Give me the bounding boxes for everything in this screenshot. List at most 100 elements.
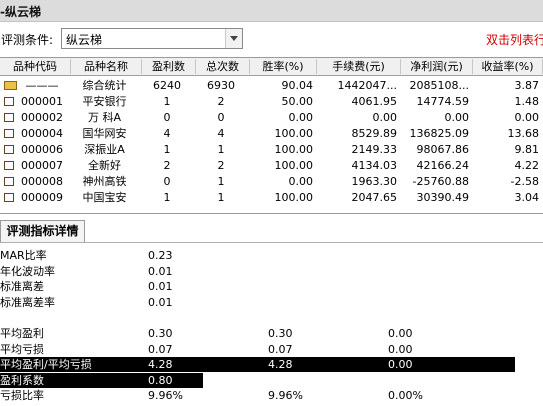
metric-label: 亏损比率 (0, 389, 44, 403)
code-cell: ——— (25, 79, 59, 92)
fee-cell: 0.00 (372, 111, 398, 124)
total-cell: 6930 (207, 79, 235, 92)
metric-row: 年化波动率 0.01 (0, 264, 543, 279)
criteria-select-value: 纵云梯 (66, 33, 103, 47)
code-cell: 000008 (21, 175, 63, 188)
total-cell: 4 (217, 127, 225, 140)
table-row[interactable]: 000007 全新好 2 2 100.00 4134.03 42166.24 4.22 (0, 158, 543, 174)
table-row[interactable]: 000009 中国宝安 1 1 100.00 2047.65 30390.49 3.04 (0, 190, 543, 206)
metric-value: 4.28 (268, 358, 293, 372)
metric-value: 0.00 (388, 342, 413, 356)
metric-value: 0.07 (148, 342, 173, 356)
name-cell: 神州高铁 (82, 175, 127, 188)
wins-cell: 4 (163, 127, 171, 140)
rate-cell: 90.04 (281, 79, 314, 92)
metric-value: 0.01 (148, 264, 173, 278)
rate-cell: 100.00 (274, 127, 314, 140)
folder-icon (4, 193, 14, 202)
criteria-label: 评测条件: (1, 33, 54, 47)
metric-label: 盈利系数 (0, 373, 44, 387)
metric-value: 0.80 (148, 373, 173, 387)
name-cell: 综合统计 (82, 79, 127, 92)
metric-row: 盈利系数 0.80 (0, 372, 203, 388)
table-row[interactable]: 000002 万 科A 0 0 0.00 0.00 0.00 0.00 (0, 110, 543, 126)
fee-cell: 4061.95 (351, 95, 398, 108)
details-tab-strip: 评测指标详情 (0, 218, 543, 243)
fee-cell: 4134.03 (351, 159, 398, 172)
fee-cell: 2047.65 (351, 191, 398, 204)
metrics-details-panel: MAR比率 0.23 年化波动率 0.01 标准离差 0.01 标准离差率 0.01 平均盈利 0… (0, 248, 543, 406)
return-cell: 3.04 (514, 191, 540, 204)
name-cell: 国华网安 (82, 127, 127, 140)
name-cell: 中国宝安 (82, 191, 127, 204)
metric-value: 0.23 (148, 249, 173, 262)
rate-cell: 50.00 (281, 95, 314, 108)
metric-label: MAR比率 (0, 249, 47, 262)
metric-label: 年化波动率 (0, 264, 55, 278)
metric-value: 9.96% (268, 389, 303, 403)
fee-cell: 1442047... (337, 79, 397, 92)
code-cell: 000009 (21, 191, 63, 204)
metric-label: 平均亏损 (0, 342, 44, 356)
wins-cell: 6240 (153, 79, 181, 92)
metric-row: 平均盈利/平均亏损 4.28 4.28 0.00 (0, 357, 515, 373)
fee-cell: 1963.30 (351, 175, 398, 188)
chevron-down-icon[interactable] (225, 29, 242, 48)
column-header-fee[interactable]: 手续费(元) (317, 59, 401, 74)
total-cell: 1 (217, 191, 225, 204)
metric-row: 标准离差率 0.01 (0, 295, 543, 310)
table-row[interactable]: 000008 神州高铁 0 1 0.00 1963.30 -25760.88 -2.58 (0, 174, 543, 190)
metric-value: 0.30 (148, 327, 173, 340)
column-header-code[interactable]: 品种代码 (0, 59, 71, 74)
metric-row: 标准离差 0.01 (0, 279, 543, 294)
return-cell: 3.87 (514, 79, 540, 92)
table-row[interactable]: ——— 综合统计 6240 6930 90.04 1442047... 2085108...… (0, 78, 543, 94)
code-cell: 000001 (21, 95, 63, 108)
column-header-wins[interactable]: 盈利数 (142, 59, 196, 74)
fee-cell: 2149.33 (351, 143, 398, 156)
tab-metrics-details[interactable]: 评测指标详情 (0, 220, 85, 242)
code-cell: 000007 (21, 159, 63, 172)
folder-icon (4, 129, 14, 138)
profit-cell: 30390.49 (416, 191, 470, 204)
metric-row: MAR比率 0.23 (0, 248, 543, 263)
column-header-rate[interactable]: 胜率(%) (250, 59, 317, 74)
metric-row (0, 310, 543, 325)
total-cell: 2 (217, 95, 225, 108)
folder-icon (4, 177, 14, 186)
metric-label: 标准离差率 (0, 295, 55, 309)
double-click-hint: 双击列表行 (486, 33, 543, 47)
total-cell: 1 (217, 143, 225, 156)
metric-value: 9.96% (148, 389, 183, 403)
total-cell: 0 (217, 111, 225, 124)
code-cell: 000004 (21, 127, 63, 140)
return-cell: 9.81 (514, 143, 540, 156)
criteria-select[interactable]: 纵云梯 (61, 28, 243, 49)
wins-cell: 1 (163, 191, 171, 204)
total-cell: 1 (217, 175, 225, 188)
return-cell: 4.22 (514, 159, 540, 172)
column-header-ret[interactable]: 收益率(%) (473, 59, 543, 74)
table-row[interactable]: 000001 平安银行 1 2 50.00 4061.95 14774.59 1.48 (0, 94, 543, 110)
folder-icon (4, 113, 14, 122)
profit-cell: 0.00 (444, 111, 470, 124)
column-header-total[interactable]: 总次数 (196, 59, 250, 74)
column-header-profit[interactable]: 净利润(元) (401, 59, 473, 74)
name-cell: 万 科A (87, 111, 122, 124)
profit-cell: 98067.86 (416, 143, 470, 156)
return-cell: -2.58 (510, 175, 539, 188)
profit-cell: 14774.59 (416, 95, 470, 108)
profit-cell: -25760.88 (412, 175, 469, 188)
table-row[interactable]: 000006 深振业A 1 1 100.00 2149.33 98067.86 9.81 (0, 142, 543, 158)
wins-cell: 2 (163, 159, 171, 172)
metric-value: 0.07 (268, 342, 293, 356)
profit-cell: 2085108... (409, 79, 469, 92)
metric-value: 0.01 (148, 280, 173, 294)
table-row[interactable]: 000004 国华网安 4 4 100.00 8529.89 136825.09 13.68 (0, 126, 543, 142)
code-cell: 000006 (21, 143, 63, 156)
column-header-name[interactable]: 品种名称 (71, 59, 142, 74)
rate-cell: 100.00 (274, 159, 314, 172)
wins-cell: 0 (163, 111, 171, 124)
metric-value: 0.00 (388, 358, 413, 372)
title-bar: -纵云梯 (0, 0, 543, 22)
